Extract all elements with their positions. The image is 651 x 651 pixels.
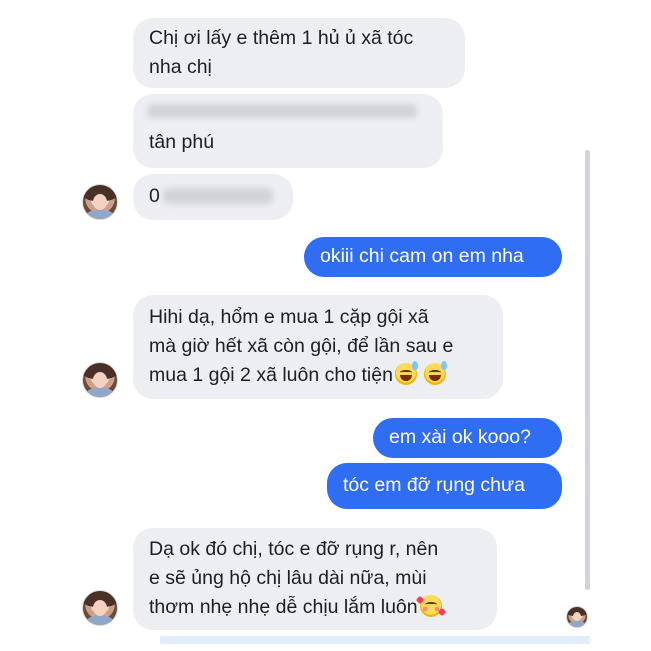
avatar-face — [93, 194, 107, 210]
message-text: thơm nhẹ nhẹ dễ chịu lắm luôn — [149, 596, 418, 618]
message-line: okiii chi cam on em nha — [320, 245, 524, 267]
message-line: tân phú — [149, 131, 215, 153]
smiling-face-with-hearts-emoji — [419, 595, 442, 617]
composer-edge — [160, 636, 590, 644]
seen-indicator-avatar — [566, 606, 588, 628]
avatar-face — [573, 612, 581, 621]
redacted-text — [163, 188, 273, 204]
redacted-text — [147, 104, 417, 118]
contact-avatar[interactable] — [82, 184, 118, 220]
outgoing-message[interactable]: em xài ok kooo? — [373, 418, 562, 458]
message-text: mua 1 gội 2 xã luôn cho tiện — [149, 364, 393, 386]
avatar-face — [93, 372, 107, 388]
grinning-sweat-emoji — [424, 361, 448, 385]
avatar-shirt — [569, 621, 585, 627]
incoming-message[interactable]: Chị ơi lấy e thêm 1 hủ ủ xã tóc nha chị — [133, 18, 465, 88]
incoming-message[interactable]: Hihi dạ, hổm e mua 1 cặp gội xã mà giờ h… — [133, 295, 503, 399]
message-line: em xài ok kooo? — [389, 426, 531, 448]
message-line: mà giờ hết xã còn gội, để lần sau e — [149, 335, 454, 357]
outgoing-message[interactable]: tóc em đỡ rụng chưa — [327, 463, 562, 509]
message-line-with-emoji: mua 1 gội 2 xã luôn cho tiện — [149, 361, 487, 390]
scrollbar[interactable] — [585, 150, 590, 590]
contact-avatar[interactable] — [82, 590, 118, 626]
message-line-with-emoji: thơm nhẹ nhẹ dễ chịu lắm luôn — [149, 593, 481, 622]
message-line: Hihi dạ, hổm e mua 1 cặp gội xã — [149, 306, 429, 328]
avatar-shirt — [87, 388, 113, 397]
chat-window: Chị ơi lấy e thêm 1 hủ ủ xã tóc nha chị … — [0, 0, 651, 651]
avatar-shirt — [87, 210, 113, 219]
incoming-message[interactable]: 0 — [133, 174, 293, 220]
contact-avatar[interactable] — [82, 362, 118, 398]
message-line: Dạ ok đó chị, tóc e đỡ rụng r, nên — [149, 538, 439, 560]
message-line: Chị ơi lấy e thêm 1 hủ ủ xã tóc — [149, 27, 414, 49]
grinning-sweat-emoji — [394, 361, 418, 385]
avatar-face — [93, 600, 107, 616]
incoming-message[interactable]: tân phú — [133, 94, 443, 168]
message-line: nha chị — [149, 56, 212, 78]
outgoing-message[interactable]: okiii chi cam on em nha — [304, 237, 562, 277]
message-line: tóc em đỡ rụng chưa — [343, 474, 525, 496]
incoming-message[interactable]: Dạ ok đó chị, tóc e đỡ rụng r, nên e sẽ … — [133, 528, 497, 630]
message-line: e sẽ ủng hộ chị lâu dài nữa, mùi — [149, 567, 427, 589]
avatar-shirt — [87, 616, 113, 625]
